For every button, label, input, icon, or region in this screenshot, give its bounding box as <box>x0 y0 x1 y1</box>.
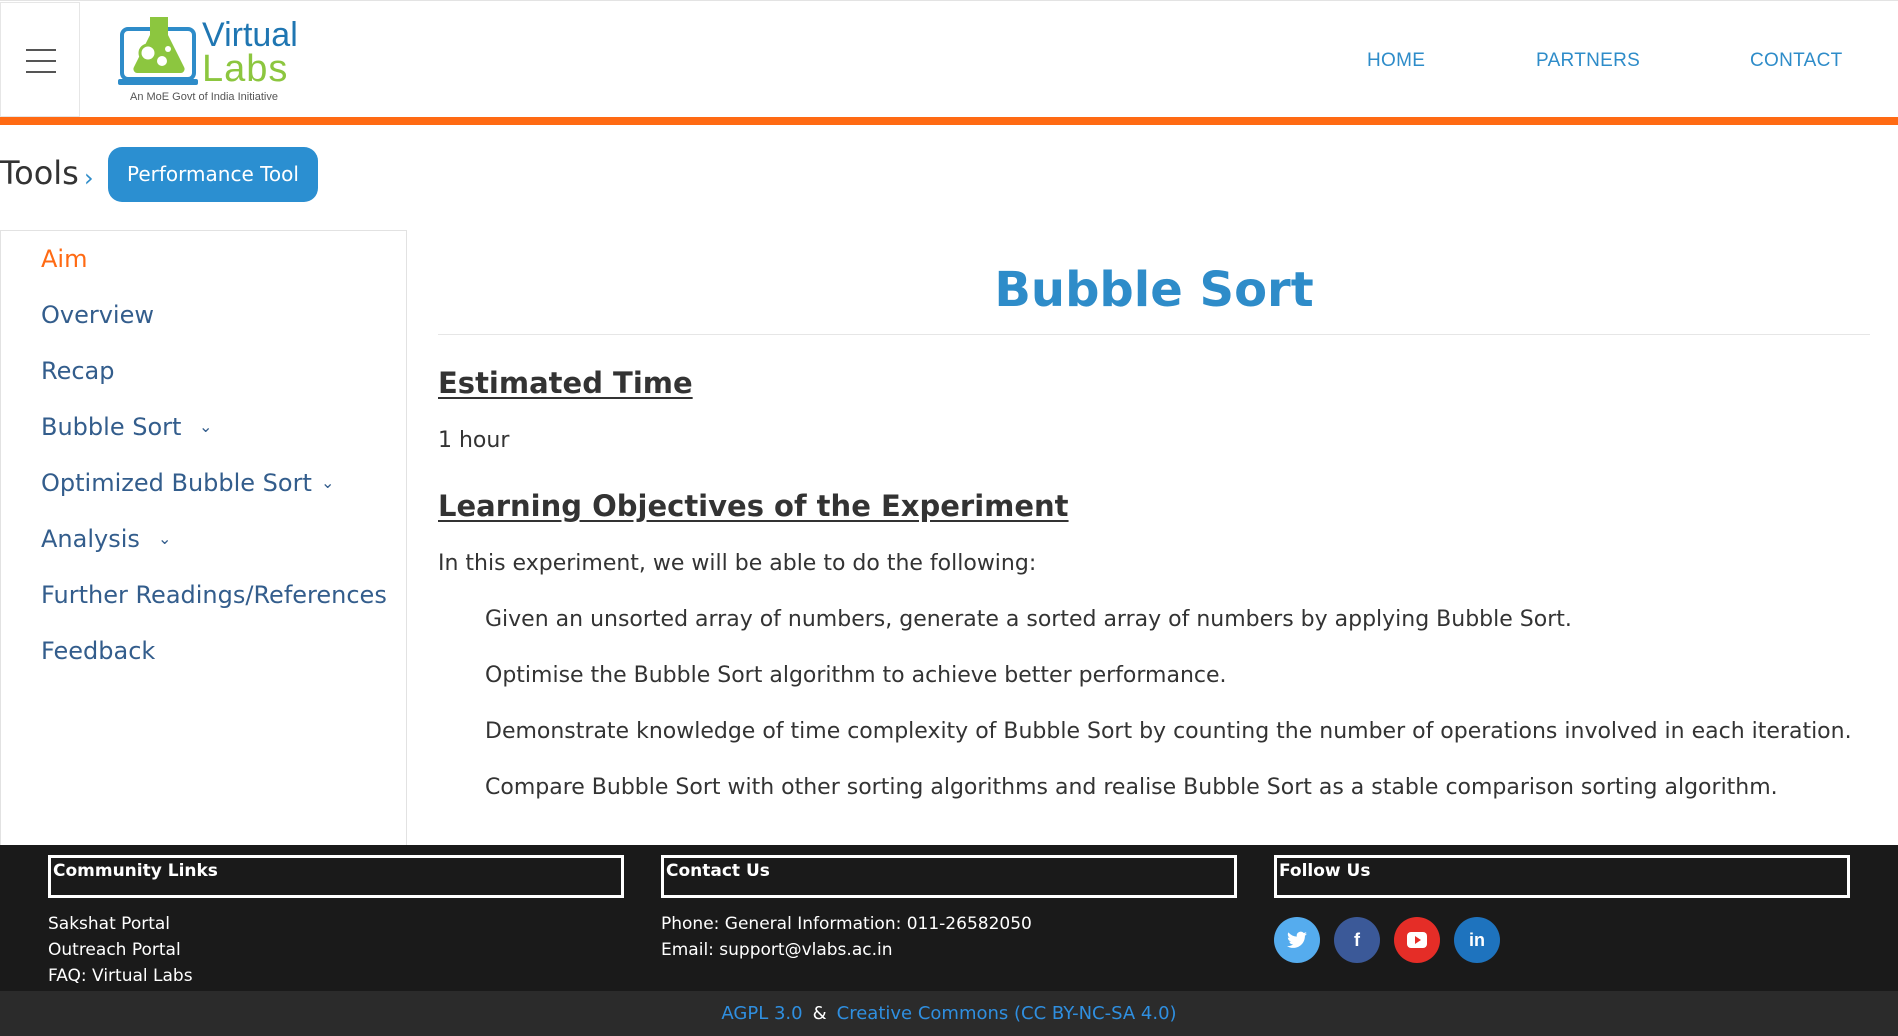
contact-phone: Phone: General Information: 011-26582050 <box>661 914 1032 934</box>
sidebar-item-analysis[interactable]: Analysis <box>41 525 140 553</box>
header-accent-bar <box>0 117 1898 125</box>
facebook-icon[interactable]: f <box>1334 917 1380 963</box>
objectives-heading: Learning Objectives of the Experiment <box>438 489 1069 523</box>
estimated-time-heading: Estimated Time <box>438 366 693 400</box>
footer: Community Links Contact Us Follow Us Sak… <box>0 845 1898 991</box>
objectives-intro: In this experiment, we will be able to d… <box>438 551 1037 576</box>
link-outreach-portal[interactable]: Outreach Portal <box>48 940 181 960</box>
breadcrumb-root[interactable]: Tools <box>0 154 79 192</box>
linkedin-icon[interactable]: in <box>1454 917 1500 963</box>
follow-us-heading: Follow Us <box>1274 855 1850 898</box>
link-faq[interactable]: FAQ: Virtual Labs <box>48 966 193 986</box>
license-agpl-link[interactable]: AGPL 3.0 <box>721 1003 802 1024</box>
objective-item: Optimise the Bubble Sort algorithm to ac… <box>485 663 1227 688</box>
estimated-time-value: 1 hour <box>438 428 510 453</box>
flask-logo-icon <box>118 17 198 85</box>
nav-contact[interactable]: CONTACT <box>1750 50 1843 72</box>
chevron-down-icon[interactable]: ⌄ <box>199 417 212 436</box>
logo-text-labs: Labs <box>202 48 289 90</box>
sidebar-item-overview[interactable]: Overview <box>41 301 154 329</box>
logo-tagline: An MoE Govt of India Initiative <box>130 91 278 103</box>
nav-partners[interactable]: PARTNERS <box>1536 50 1640 72</box>
sidebar-item-optimized-bubble-sort[interactable]: Optimized Bubble Sort <box>41 469 312 497</box>
contact-email: Email: support@vlabs.ac.in <box>661 940 893 960</box>
title-divider <box>438 334 1870 335</box>
contact-us-heading: Contact Us <box>661 855 1237 898</box>
nav-home[interactable]: HOME <box>1367 50 1425 72</box>
hamburger-menu-icon[interactable] <box>0 2 80 117</box>
sidebar-item-bubble-sort[interactable]: Bubble Sort <box>41 413 181 441</box>
objective-item: Demonstrate knowledge of time complexity… <box>485 719 1852 744</box>
community-links-heading: Community Links <box>48 855 624 898</box>
page-title: Bubble Sort <box>994 262 1314 318</box>
sidebar: Aim Overview Recap Bubble Sort ⌄ Optimiz… <box>0 230 407 845</box>
sidebar-item-feedback[interactable]: Feedback <box>41 637 155 665</box>
twitter-icon[interactable] <box>1274 917 1320 963</box>
performance-tool-button[interactable]: Performance Tool <box>108 147 318 202</box>
virtual-labs-logo[interactable]: Virtual Labs An MoE Govt of India Initia… <box>116 9 306 109</box>
chevron-right-icon: › <box>84 164 94 192</box>
top-header: Virtual Labs An MoE Govt of India Initia… <box>0 0 1898 117</box>
objective-item: Given an unsorted array of numbers, gene… <box>485 607 1572 632</box>
license-bar: AGPL 3.0 & Creative Commons (CC BY-NC-SA 4… <box>0 991 1898 1036</box>
youtube-icon[interactable] <box>1394 917 1440 963</box>
sidebar-item-further-readings[interactable]: Further Readings/References <box>41 581 387 609</box>
sidebar-item-recap[interactable]: Recap <box>41 357 115 385</box>
objective-item: Compare Bubble Sort with other sorting a… <box>485 775 1778 800</box>
chevron-down-icon[interactable]: ⌄ <box>321 473 334 492</box>
chevron-down-icon[interactable]: ⌄ <box>158 529 171 548</box>
link-sakshat-portal[interactable]: Sakshat Portal <box>48 914 170 934</box>
license-cc-link[interactable]: Creative Commons (CC BY-NC-SA 4.0) <box>837 1003 1177 1024</box>
license-amp: & <box>812 1003 827 1024</box>
sidebar-item-aim[interactable]: Aim <box>41 245 87 273</box>
